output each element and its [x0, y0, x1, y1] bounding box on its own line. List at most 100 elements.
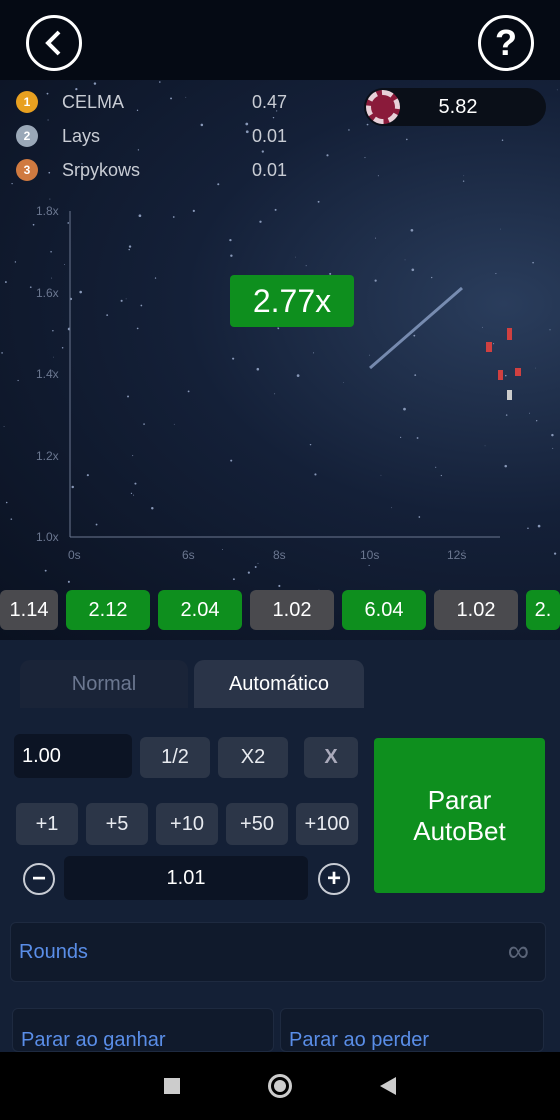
star — [326, 154, 329, 157]
star — [44, 569, 47, 572]
star — [440, 474, 442, 477]
stop-win-field[interactable]: Parar ao ganhar — [12, 1008, 274, 1052]
stop-autobet-button[interactable]: Parar AutoBet — [374, 738, 545, 893]
star — [93, 82, 97, 85]
x-tick-label: 6s — [182, 548, 195, 562]
star — [49, 198, 51, 200]
star — [132, 455, 134, 457]
star — [127, 395, 130, 398]
tab-automatico[interactable]: Automático — [194, 660, 364, 708]
star — [128, 245, 132, 248]
increment-button[interactable]: +100 — [296, 803, 358, 845]
increment-button[interactable]: +5 — [86, 803, 148, 845]
star — [527, 527, 529, 530]
star — [61, 347, 64, 349]
star — [232, 357, 235, 360]
infinity-icon: ∞ — [507, 935, 529, 968]
star — [120, 299, 123, 302]
player-name: Srpykows — [62, 159, 141, 180]
leaderboard-row: 2 Lays 0.01 — [16, 121, 296, 151]
home-icon[interactable] — [268, 1074, 292, 1098]
star — [369, 354, 370, 356]
bet-amount-input[interactable]: 1.00 — [14, 734, 132, 778]
rounds-field[interactable]: Rounds ∞ — [10, 922, 546, 982]
star — [505, 414, 508, 416]
star — [192, 209, 195, 212]
star — [230, 459, 233, 462]
star — [64, 264, 66, 265]
leaderboard-row: 1 CELMA 0.47 — [16, 87, 296, 117]
back-button[interactable] — [26, 15, 82, 71]
chevron-left-icon — [45, 30, 61, 56]
star — [230, 254, 233, 257]
star — [499, 228, 501, 230]
history-chip: 2. — [526, 590, 560, 630]
medal-icon: 3 — [16, 159, 38, 181]
star — [52, 330, 54, 332]
player-value: 0.01 — [252, 159, 288, 180]
increment-button[interactable]: +50 — [226, 803, 288, 845]
star — [151, 507, 154, 510]
star — [410, 228, 414, 232]
cashout-input[interactable]: 1.01 — [64, 856, 308, 900]
star — [305, 265, 307, 267]
star — [535, 367, 536, 369]
star — [51, 277, 53, 279]
star — [413, 334, 416, 337]
star — [17, 379, 19, 382]
plus-button[interactable]: + — [318, 863, 350, 895]
star — [403, 407, 406, 411]
star — [411, 268, 415, 272]
x-tick-label: 10s — [360, 548, 380, 562]
balance-pill: 5.82 — [364, 88, 546, 126]
half-button[interactable]: 1/2 — [140, 737, 210, 778]
android-nav-bar — [0, 1052, 560, 1120]
star — [133, 494, 135, 496]
star — [11, 182, 13, 185]
star — [463, 175, 465, 177]
star — [136, 327, 139, 330]
star — [1, 352, 3, 354]
y-tick-label: 1.8x — [36, 204, 59, 218]
clear-button[interactable]: X — [304, 737, 358, 778]
player-value: 0.01 — [252, 125, 288, 146]
star — [140, 304, 143, 307]
star — [67, 580, 70, 583]
increment-button[interactable]: +1 — [16, 803, 78, 845]
increment-button[interactable]: +10 — [156, 803, 218, 845]
star — [529, 412, 531, 414]
star — [125, 298, 127, 300]
star — [364, 157, 366, 159]
rocket-debris-icon — [486, 328, 521, 400]
star — [173, 423, 175, 425]
star — [484, 445, 486, 447]
star — [380, 474, 382, 476]
stop-loss-field[interactable]: Parar ao perder — [280, 1008, 544, 1052]
recents-icon[interactable] — [164, 1078, 180, 1094]
star — [435, 466, 437, 468]
star — [229, 238, 232, 242]
star — [128, 248, 130, 251]
star — [296, 374, 300, 377]
star — [29, 286, 32, 288]
double-button[interactable]: X2 — [218, 737, 288, 778]
star — [536, 420, 538, 422]
minus-button[interactable]: − — [23, 863, 55, 895]
star — [537, 524, 541, 528]
star — [366, 123, 369, 126]
star — [375, 237, 377, 239]
star — [272, 116, 275, 119]
medal-icon: 2 — [16, 125, 38, 147]
star — [493, 343, 495, 345]
help-button[interactable]: ? — [478, 15, 534, 71]
star — [406, 138, 408, 141]
rounds-label: Rounds — [19, 940, 88, 963]
star — [481, 326, 483, 328]
tab-normal[interactable]: Normal — [20, 660, 188, 708]
back-nav-icon[interactable] — [380, 1077, 396, 1095]
star — [309, 443, 312, 446]
star — [343, 382, 344, 383]
y-tick-label: 1.4x — [36, 367, 59, 381]
history-chip: 6.04 — [342, 590, 426, 630]
history-chip: 1.02 — [250, 590, 334, 630]
